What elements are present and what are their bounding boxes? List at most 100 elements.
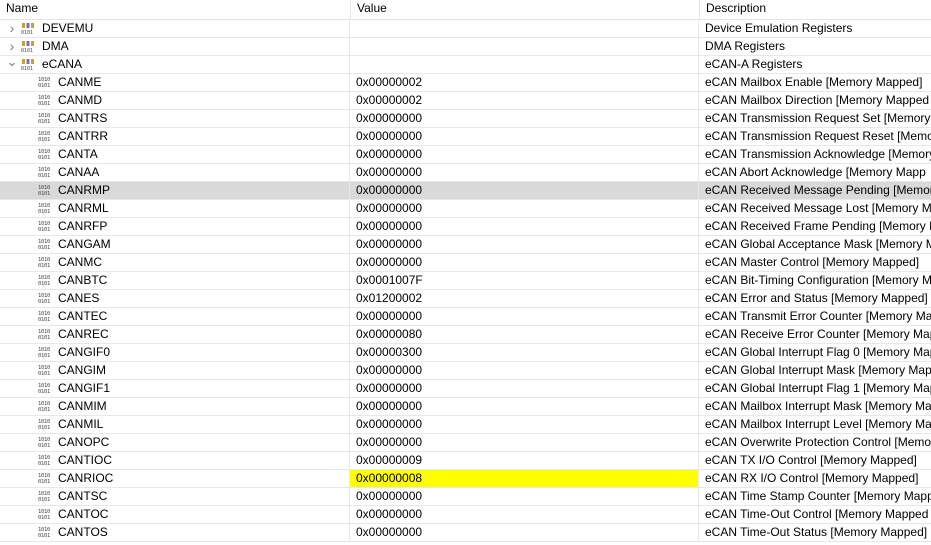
description-cell: Device Emulation Registers [705,21,853,35]
register-row[interactable]: 1010 0101 CANOPC 0x00000000 eCAN Overwrite P… [0,434,931,452]
register-group-icon: 0101 [21,22,35,35]
register-value[interactable]: 0x00000000 [350,236,699,253]
register-value[interactable]: 0x00000002 [350,92,699,109]
register-row[interactable]: 1010 0101 CANREC 0x00000080 eCAN Receive Err… [0,326,931,344]
register-value[interactable]: 0x00000000 [350,398,699,415]
register-row[interactable]: 1010 0101 CANTA 0x00000000 eCAN Transmission… [0,146,931,164]
register-bits-icon: 1010 0101 [38,455,51,467]
register-name: CANGIF1 [58,381,111,395]
name-cell: 1010 0101 CANOPC [0,434,350,451]
register-value[interactable]: 0x00000000 [350,380,699,397]
register-row[interactable]: 1010 0101 CANRML 0x00000000 eCAN Received Me… [0,200,931,218]
register-value[interactable]: 0x00000000 [350,362,699,379]
register-description: eCAN Abort Acknowledge [Memory Mapp [705,165,926,179]
register-value[interactable]: 0x00000000 [350,308,699,325]
register-row[interactable]: 1010 0101 CANGIM 0x00000000 eCAN Global Inte… [0,362,931,380]
register-row[interactable]: 1010 0101 CANBTC 0x0001007F eCAN Bit-Timing … [0,272,931,290]
register-name: CANAA [58,165,100,179]
register-bits-icon: 1010 0101 [38,473,51,485]
register-value[interactable]: 0x01200002 [350,290,699,307]
name-cell: › 0101 DEVEMU [0,20,350,37]
register-value[interactable]: 0x00000000 [350,146,699,163]
register-description: eCAN Mailbox Direction [Memory Mapped [705,93,930,107]
column-header-value[interactable]: Value [351,0,699,19]
register-row[interactable]: 1010 0101 CANGAM 0x00000000 eCAN Global Acce… [0,236,931,254]
register-value[interactable]: 0x00000000 [350,200,699,217]
register-row[interactable]: 1010 0101 CANTEC 0x00000000 eCAN Transmit Er… [0,308,931,326]
value-cell[interactable] [350,56,699,73]
register-row[interactable]: 1010 0101 CANRFP 0x00000000 eCAN Received Fr… [0,218,931,236]
register-group-icon: 0101 [21,40,35,53]
register-row[interactable]: 1010 0101 CANRMP 0x00000000 eCAN Received Me… [0,182,931,200]
register-value[interactable]: 0x00000000 [350,416,699,433]
register-row[interactable]: 1010 0101 CANTIOC 0x00000009 eCAN TX I/O Con… [0,452,931,470]
register-row[interactable]: 1010 0101 CANMIM 0x00000000 eCAN Mailbox Int… [0,398,931,416]
register-value[interactable]: 0x00000300 [350,344,699,361]
register-bits-icon: 1010 0101 [38,185,51,197]
register-row[interactable]: 1010 0101 CANTRR 0x00000000 eCAN Transmissio… [0,128,931,146]
tree-group-row[interactable]: › 0101 DEVEMU Device Emulation Registers [0,20,931,38]
register-row[interactable]: 1010 0101 CANES 0x01200002 eCAN Error and St… [0,290,931,308]
register-row[interactable]: 1010 0101 CANME 0x00000002 eCAN Mailbox Enab… [0,74,931,92]
register-bits-icon: 1010 0101 [38,275,51,287]
register-name: CANTOC [58,507,109,521]
name-cell: 1010 0101 CANRIOC [0,470,350,487]
register-value[interactable]: 0x00000000 [350,182,699,199]
register-name: CANME [58,75,102,89]
register-value[interactable]: 0x00000000 [350,488,699,505]
register-row[interactable]: 1010 0101 CANTOC 0x00000000 eCAN Time-Out Co… [0,506,931,524]
register-row[interactable]: 1010 0101 CANMD 0x00000002 eCAN Mailbox Dire… [0,92,931,110]
register-value[interactable]: 0x00000000 [350,434,699,451]
register-value[interactable]: 0x00000000 [350,524,699,541]
register-bits-icon: 1010 0101 [38,311,51,323]
tree-group-row[interactable]: › 0101 DMA DMA Registers [0,38,931,56]
svg-text:0101: 0101 [21,48,33,53]
chevron-right-icon[interactable]: › [5,20,19,37]
tree-group-row[interactable]: ⌄ 0101 eCANA eCAN-A Registers [0,56,931,74]
register-row[interactable]: 1010 0101 CANGIF1 0x00000000 eCAN Global Int… [0,380,931,398]
register-row[interactable]: 1010 0101 CANMC 0x00000000 eCAN Master Contr… [0,254,931,272]
register-value[interactable]: 0x00000000 [350,164,699,181]
column-header-description[interactable]: Description [700,0,931,19]
register-row[interactable]: 1010 0101 CANAA 0x00000000 eCAN Abort Acknow… [0,164,931,182]
name-cell: 1010 0101 CANMIL [0,416,350,433]
register-group-icon: 0101 [21,58,35,71]
register-value[interactable]: 0x00000000 [350,506,699,523]
register-value[interactable]: 0x00000080 [350,326,699,343]
register-description: eCAN Global Acceptance Mask [Memory M [705,237,931,251]
register-value[interactable]: 0x00000000 [350,110,699,127]
chevron-down-icon[interactable]: ⌄ [5,56,19,73]
register-value[interactable]: 0x00000002 [350,74,699,91]
value-cell[interactable] [350,38,699,55]
register-bits-icon: 1010 0101 [38,239,51,251]
register-value[interactable]: 0x00000000 [350,254,699,271]
register-value[interactable]: 0x00000008 [350,470,699,487]
register-name: CANTIOC [58,453,112,467]
register-row[interactable]: 1010 0101 CANTSC 0x00000000 eCAN Time Stamp … [0,488,931,506]
register-description: eCAN Mailbox Interrupt Level [Memory Ma [705,417,931,431]
register-row[interactable]: 1010 0101 CANRIOC 0x00000008 eCAN RX I/O Con… [0,470,931,488]
register-description: eCAN Receive Error Counter [Memory Map [705,327,931,341]
register-row[interactable]: 1010 0101 CANMIL 0x00000000 eCAN Mailbox Int… [0,416,931,434]
register-description: eCAN Time-Out Control [Memory Mapped [705,507,929,521]
register-row[interactable]: 1010 0101 CANTOS 0x00000000 eCAN Time-Out St… [0,524,931,542]
register-description: eCAN Transmission Acknowledge [Memory [705,147,931,161]
column-header-name[interactable]: Name [0,0,350,19]
name-cell: 1010 0101 CANTRR [0,128,350,145]
group-name: DEVEMU [42,21,94,35]
register-description: eCAN Global Interrupt Flag 1 [Memory Map [705,381,931,395]
chevron-right-icon[interactable]: › [5,38,19,55]
register-bits-icon: 1010 0101 [38,257,51,269]
value-cell[interactable] [350,20,699,37]
name-cell: 1010 0101 CANMIM [0,398,350,415]
register-value[interactable]: 0x00000009 [350,452,699,469]
register-value[interactable]: 0x0001007F [350,272,699,289]
register-row[interactable]: 1010 0101 CANGIF0 0x00000300 eCAN Global Int… [0,344,931,362]
name-cell: 1010 0101 CANGIF1 [0,380,350,397]
register-bits-icon: 1010 0101 [38,347,51,359]
register-name: CANTRR [58,129,108,143]
register-row[interactable]: 1010 0101 CANTRS 0x00000000 eCAN Transmissio… [0,110,931,128]
register-value[interactable]: 0x00000000 [350,218,699,235]
register-value[interactable]: 0x00000000 [350,128,699,145]
register-name: CANTA [58,147,98,161]
